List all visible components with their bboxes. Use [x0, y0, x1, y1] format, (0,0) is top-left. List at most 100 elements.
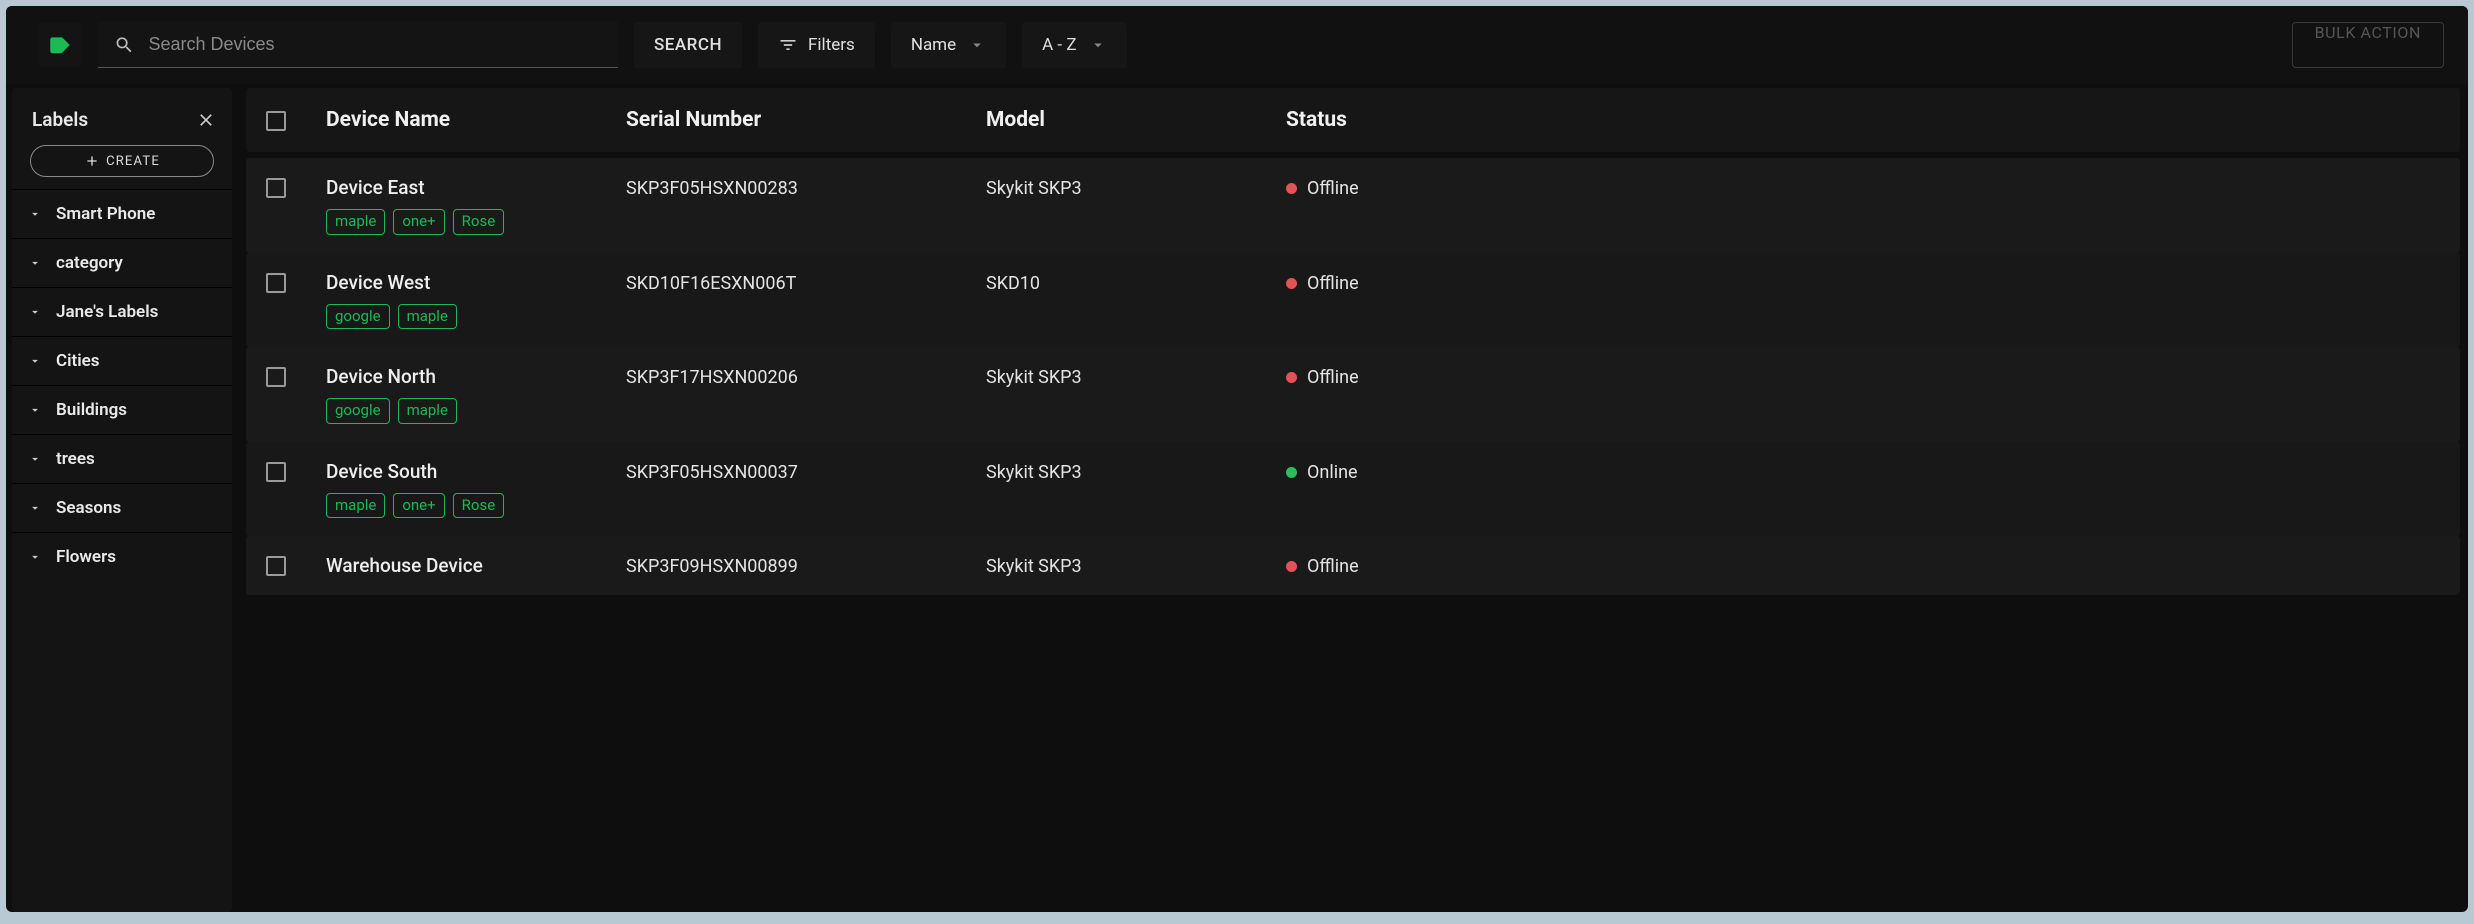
create-label-text: CREATE — [106, 154, 160, 169]
device-model: Skykit SKP3 — [986, 554, 1286, 577]
label-group[interactable]: Jane's Labels — [12, 287, 232, 336]
label-group-name: Flowers — [56, 547, 116, 567]
status-text: Online — [1307, 462, 1358, 483]
device-name-cell: Device North google maple — [326, 365, 626, 424]
labels-header: Labels — [12, 94, 232, 141]
device-status: Offline — [1286, 271, 2440, 294]
search-button[interactable]: SEARCH — [634, 22, 742, 68]
status-text: Offline — [1307, 367, 1359, 388]
device-name: Device West — [326, 271, 626, 294]
create-label-button[interactable]: CREATE — [30, 145, 214, 177]
table-header-row: Device Name Serial Number Model Status — [246, 88, 2460, 152]
label-group-name: Jane's Labels — [56, 302, 158, 322]
label-group[interactable]: Smart Phone — [12, 189, 232, 238]
label-chip[interactable]: google — [326, 304, 390, 330]
device-label-chips: maple one+ Rose — [326, 209, 626, 235]
label-chip[interactable]: Rose — [453, 493, 505, 519]
device-name-cell: Warehouse Device — [326, 554, 626, 577]
filter-icon — [778, 35, 798, 55]
status-dot-icon — [1286, 372, 1297, 383]
label-group-name: Seasons — [56, 498, 121, 518]
device-model: Skykit SKP3 — [986, 460, 1286, 483]
device-serial: SKP3F05HSXN00037 — [626, 460, 986, 483]
bulk-action-button[interactable]: BULK ACTION — [2292, 22, 2444, 68]
label-group[interactable]: Cities — [12, 336, 232, 385]
chevron-down-icon — [28, 207, 42, 221]
device-row[interactable]: Warehouse DeviceSKP3F09HSXN00899Skykit S… — [246, 536, 2460, 595]
device-name-cell: Device East maple one+ Rose — [326, 176, 626, 235]
topbar: SEARCH Filters Name A - Z BULK ACTION — [6, 6, 2468, 84]
chevron-down-icon — [28, 305, 42, 319]
label-chip[interactable]: maple — [398, 304, 457, 330]
label-chip[interactable]: maple — [398, 398, 457, 424]
row-checkbox[interactable] — [266, 273, 286, 293]
device-label-chips: maple one+ Rose — [326, 493, 626, 519]
sort-field-label: Name — [911, 35, 956, 55]
search-icon — [114, 34, 134, 56]
device-model: SKD10 — [986, 271, 1286, 294]
col-model: Model — [986, 108, 1286, 132]
device-row[interactable]: Device WestgooglemapleSKD10F16ESXN006TSK… — [246, 253, 2460, 348]
row-checkbox[interactable] — [266, 556, 286, 576]
device-row[interactable]: Device East maple one+ Rose SKP3F05HSXN00283… — [246, 158, 2460, 253]
device-name: Device North — [326, 365, 626, 388]
device-label-chips: google maple — [326, 304, 626, 330]
label-chip[interactable]: Rose — [453, 209, 505, 235]
device-serial: SKP3F05HSXN00283 — [626, 176, 986, 199]
device-model: Skykit SKP3 — [986, 365, 1286, 388]
status-text: Offline — [1307, 273, 1359, 294]
row-checkbox[interactable] — [266, 462, 286, 482]
filters-button[interactable]: Filters — [758, 22, 875, 68]
status-text: Offline — [1307, 178, 1359, 199]
labels-title: Labels — [32, 108, 88, 131]
device-status: Offline — [1286, 554, 2440, 577]
search-field[interactable] — [98, 22, 618, 68]
select-all-checkbox[interactable] — [266, 111, 286, 131]
status-dot-icon — [1286, 467, 1297, 478]
labels-toggle-button[interactable] — [38, 23, 82, 67]
chevron-down-icon — [28, 501, 42, 515]
row-checkbox[interactable] — [266, 178, 286, 198]
device-name: Warehouse Device — [326, 554, 626, 577]
sort-order-dropdown[interactable]: A - Z — [1022, 22, 1126, 68]
device-model: Skykit SKP3 — [986, 176, 1286, 199]
labels-sidebar: Labels CREATE Smart Phone category Jane'… — [12, 88, 232, 912]
label-group-name: trees — [56, 449, 95, 469]
label-group[interactable]: Seasons — [12, 483, 232, 532]
device-label-chips: google maple — [326, 398, 626, 424]
search-input[interactable] — [148, 34, 602, 55]
status-dot-icon — [1286, 561, 1297, 572]
chevron-down-icon — [28, 403, 42, 417]
label-group-name: category — [56, 253, 123, 273]
close-icon[interactable] — [196, 110, 216, 130]
label-group-name: Buildings — [56, 400, 127, 420]
label-group[interactable]: category — [12, 238, 232, 287]
col-device-name: Device Name — [326, 108, 626, 132]
col-serial: Serial Number — [626, 108, 986, 132]
label-chip[interactable]: google — [326, 398, 390, 424]
chevron-down-icon — [28, 354, 42, 368]
device-name: Device South — [326, 460, 626, 483]
chevron-down-icon — [1089, 36, 1107, 54]
status-dot-icon — [1286, 183, 1297, 194]
label-chip[interactable]: one+ — [393, 209, 444, 235]
chevron-down-icon — [28, 452, 42, 466]
device-row[interactable]: Device NorthgooglemapleSKP3F17HSXN00206S… — [246, 347, 2460, 442]
sort-order-label: A - Z — [1042, 35, 1076, 55]
tag-icon — [47, 32, 73, 58]
device-row[interactable]: Device South maple one+ Rose SKP3F05HSXN0003… — [246, 442, 2460, 537]
device-name-cell: Device South maple one+ Rose — [326, 460, 626, 519]
device-serial: SKP3F09HSXN00899 — [626, 554, 986, 577]
label-chip[interactable]: maple — [326, 493, 385, 519]
row-checkbox[interactable] — [266, 367, 286, 387]
label-group[interactable]: Buildings — [12, 385, 232, 434]
chevron-down-icon — [968, 36, 986, 54]
sort-field-dropdown[interactable]: Name — [891, 22, 1006, 68]
device-name-cell: Device West google maple — [326, 271, 626, 330]
label-chip[interactable]: maple — [326, 209, 385, 235]
device-status: Offline — [1286, 365, 2440, 388]
device-name: Device East — [326, 176, 626, 199]
label-chip[interactable]: one+ — [393, 493, 444, 519]
label-group[interactable]: trees — [12, 434, 232, 483]
label-group[interactable]: Flowers — [12, 532, 232, 581]
